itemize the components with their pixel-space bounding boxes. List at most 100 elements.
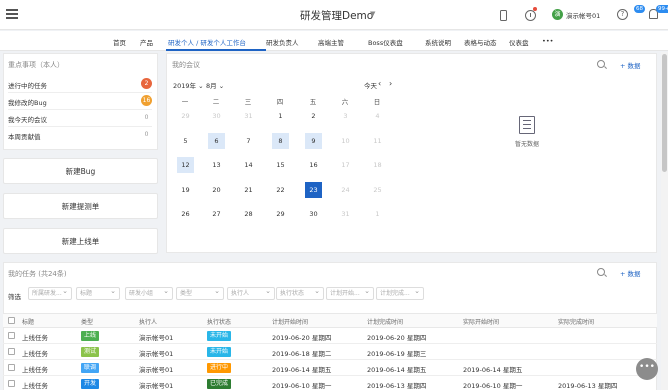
- nav-tables[interactable]: 表格与动态: [464, 37, 497, 47]
- calendar-day[interactable]: 29: [177, 108, 194, 124]
- calendar-day[interactable]: 31: [337, 206, 354, 222]
- app-title[interactable]: 研发管理Demo: [300, 8, 373, 23]
- avatar[interactable]: 演: [552, 9, 563, 20]
- calendar-day[interactable]: 29: [272, 206, 289, 222]
- calendar-day[interactable]: 5: [177, 133, 194, 149]
- calendar-day[interactable]: 7: [240, 133, 257, 149]
- meetings-title: 我的会议: [172, 61, 200, 69]
- filter-select[interactable]: 计划完成...: [376, 287, 424, 300]
- nav-system-notes[interactable]: 系统说明: [425, 37, 451, 47]
- help-icon[interactable]: ?: [617, 9, 628, 20]
- column-header[interactable]: 实际开始时间: [463, 317, 499, 326]
- todo-row-meetings[interactable]: 我今天的会议 0: [8, 111, 152, 125]
- calendar-day[interactable]: 28: [240, 206, 257, 222]
- calendar-day[interactable]: 3: [337, 108, 354, 124]
- search-icon[interactable]: [597, 268, 605, 276]
- calendar-day[interactable]: 25: [369, 182, 386, 198]
- new-proposal-button[interactable]: 新建提测单: [3, 193, 158, 219]
- today-button[interactable]: 今天: [364, 80, 377, 90]
- todo-row-bugs[interactable]: 我修改的Bug 16: [8, 94, 152, 108]
- filter-select[interactable]: 执行人: [227, 287, 275, 300]
- row-checkbox[interactable]: [8, 380, 15, 387]
- todo-row-contribution[interactable]: 本周贡献值 0: [8, 128, 152, 142]
- add-task-link[interactable]: + 数据: [620, 268, 641, 278]
- calendar-day[interactable]: 17: [337, 157, 354, 173]
- calendar-day[interactable]: 8: [272, 133, 289, 149]
- calendar-day[interactable]: 22: [272, 182, 289, 198]
- chevron-left-icon[interactable]: ‹: [378, 79, 381, 88]
- chevron-right-icon[interactable]: ›: [389, 79, 392, 88]
- filter-select[interactable]: 执行状态: [276, 287, 324, 300]
- calendar-day[interactable]: 9: [305, 133, 322, 149]
- calendar-day[interactable]: 1: [272, 108, 289, 124]
- row-checkbox[interactable]: [8, 364, 15, 371]
- calendar-day[interactable]: 10: [337, 133, 354, 149]
- nav-more[interactable]: •••: [542, 37, 554, 45]
- filter-select[interactable]: 类型: [176, 287, 224, 300]
- task-title[interactable]: 上线任务: [22, 348, 48, 358]
- filter-select[interactable]: 研发小组: [125, 287, 173, 300]
- column-header[interactable]: 执行状态: [207, 317, 231, 326]
- calendar-day[interactable]: 26: [177, 206, 194, 222]
- calendar-day[interactable]: 4: [369, 108, 386, 124]
- phone-icon[interactable]: [500, 8, 507, 22]
- row-checkbox[interactable]: [8, 332, 15, 339]
- nav-dashboard[interactable]: 仪表盘: [509, 37, 529, 47]
- nav-rd-personal[interactable]: 研发个人 / 研发个人工作台: [168, 37, 246, 47]
- calendar-day[interactable]: 6: [208, 133, 225, 149]
- task-title[interactable]: 上线任务: [22, 380, 48, 390]
- add-meeting-link[interactable]: + 数据: [620, 60, 641, 70]
- nav-senior-manager[interactable]: 高端主管: [318, 37, 344, 47]
- calendar-day[interactable]: 14: [240, 157, 257, 173]
- calendar-day[interactable]: 31: [240, 108, 257, 124]
- nav-product[interactable]: 产品: [140, 37, 153, 47]
- calendar-day[interactable]: 1: [369, 206, 386, 222]
- new-release-button[interactable]: 新建上线单: [3, 228, 158, 254]
- column-header[interactable]: 标题: [22, 317, 34, 326]
- calendar-day[interactable]: 19: [177, 182, 194, 198]
- task-title[interactable]: 上线任务: [22, 332, 48, 342]
- scrollbar-thumb[interactable]: [662, 54, 667, 172]
- nav-boss-dashboard[interactable]: Boss仪表盘: [368, 37, 403, 47]
- nav-rd-lead[interactable]: 研发负责人: [266, 37, 299, 47]
- calendar-day[interactable]: 18: [369, 157, 386, 173]
- row-checkbox[interactable]: [8, 348, 15, 355]
- column-header[interactable]: 类型: [81, 317, 93, 326]
- filter-select[interactable]: 所属研发...: [28, 287, 72, 300]
- calendar-day[interactable]: 30: [305, 206, 322, 222]
- calendar-day[interactable]: 20: [208, 182, 225, 198]
- more-actions-button[interactable]: •••: [636, 358, 658, 380]
- calendar-day[interactable]: 30: [208, 108, 225, 124]
- year-select[interactable]: 2019年 ⌄: [173, 80, 204, 90]
- nav-home[interactable]: 首页: [113, 37, 126, 47]
- divider: [8, 92, 152, 93]
- calendar-day[interactable]: 21: [240, 182, 257, 198]
- filter-select[interactable]: 计划开始...: [326, 287, 374, 300]
- todo-row-tasks[interactable]: 进行中的任务 2: [8, 77, 152, 91]
- calendar-day[interactable]: 16: [305, 157, 322, 173]
- filter-select[interactable]: 标题: [76, 287, 120, 300]
- calendar-day[interactable]: 27: [208, 206, 225, 222]
- column-header[interactable]: 执行人: [139, 317, 157, 326]
- column-header[interactable]: 实际完成时间: [558, 317, 594, 326]
- select-all-checkbox[interactable]: [8, 317, 15, 324]
- search-icon[interactable]: [597, 60, 605, 68]
- calendar-day[interactable]: 12: [177, 157, 194, 173]
- month-select[interactable]: 8月 ⌄: [206, 80, 224, 90]
- type-tag: 测试: [81, 347, 100, 357]
- calendar-day[interactable]: 13: [208, 157, 225, 173]
- chevron-down-icon[interactable]: ▼: [370, 10, 375, 18]
- count-badge: 0: [144, 131, 149, 138]
- calendar-day[interactable]: 2: [305, 108, 322, 124]
- menu-icon[interactable]: [6, 9, 18, 21]
- new-bug-button[interactable]: 新建Bug: [3, 158, 158, 184]
- task-title[interactable]: 上线任务: [22, 364, 48, 374]
- plan-start: 2019-06-18 星期二: [272, 350, 332, 358]
- column-header[interactable]: 计划开始时间: [272, 317, 308, 326]
- user-name[interactable]: 演示帐号01: [566, 10, 600, 20]
- calendar-day[interactable]: 15: [272, 157, 289, 173]
- calendar-day[interactable]: 11: [369, 133, 386, 149]
- calendar-day[interactable]: 23: [305, 182, 322, 198]
- calendar-day[interactable]: 24: [337, 182, 354, 198]
- column-header[interactable]: 计划完成时间: [367, 317, 403, 326]
